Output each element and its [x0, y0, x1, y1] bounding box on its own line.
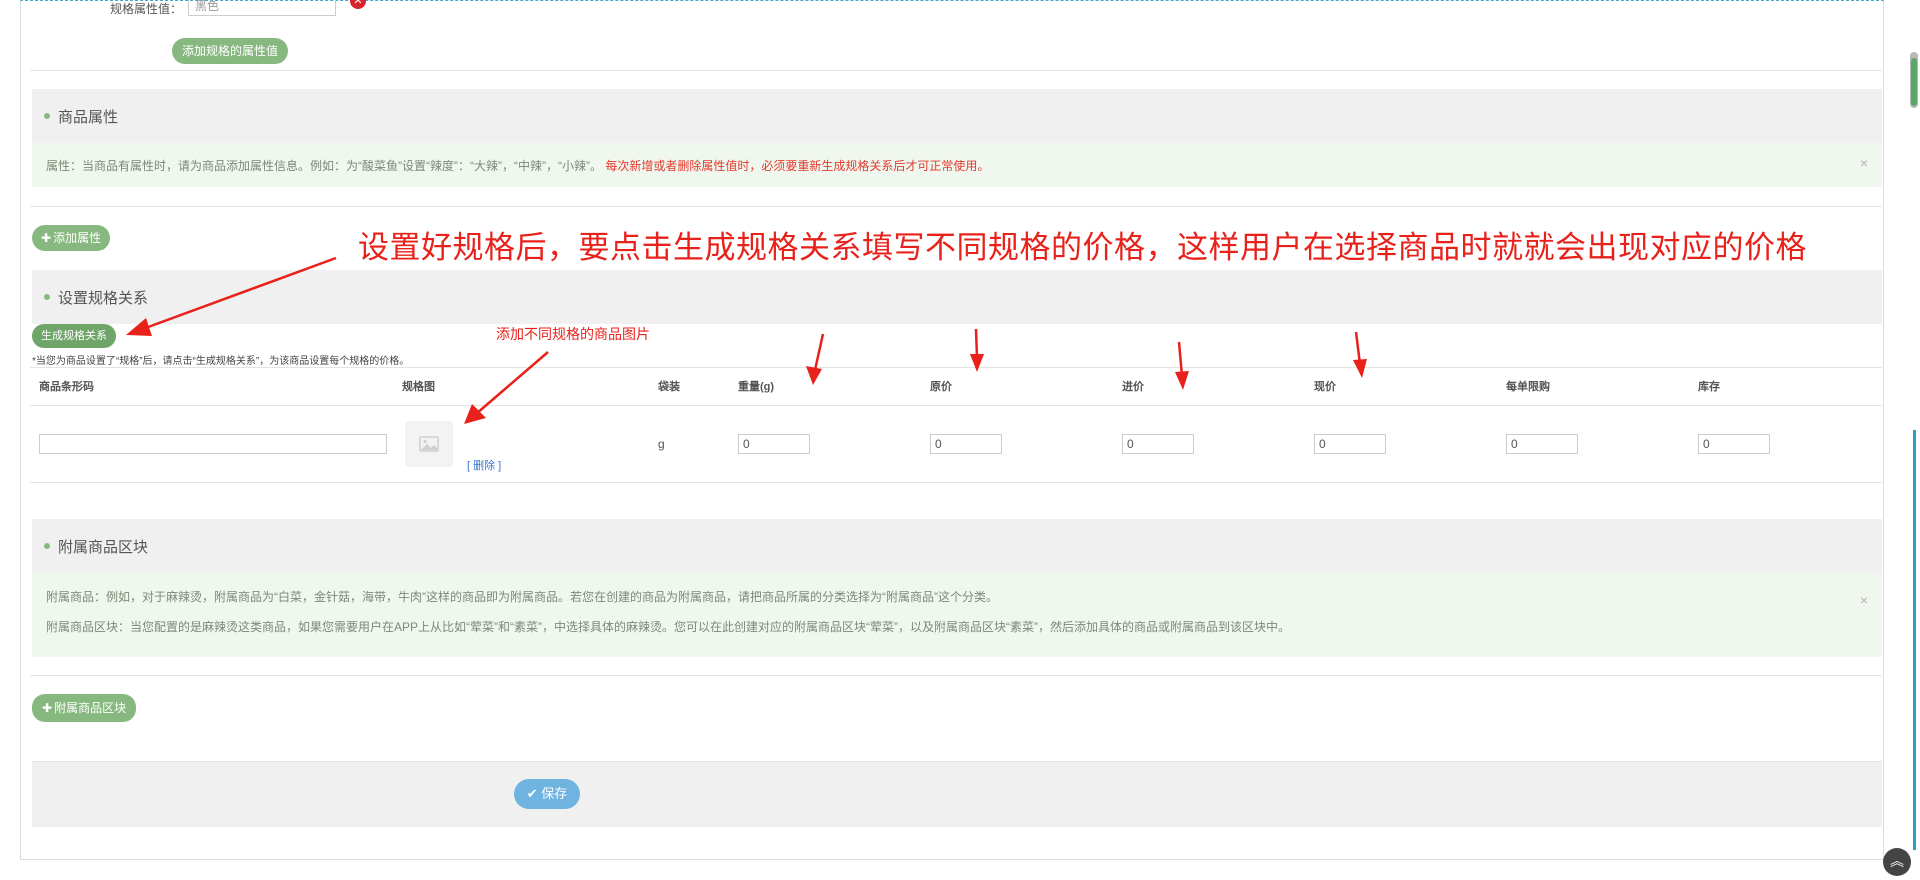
table-header-border	[30, 405, 1882, 406]
add-accessory-block-button[interactable]: ✚ 附属商品区块	[32, 694, 137, 722]
bullet-icon	[44, 294, 50, 300]
spec-relation-section-header: 设置规格关系	[32, 270, 1882, 324]
add-attribute-button[interactable]: ✚ 添加属性	[32, 225, 111, 251]
add-attribute-label: 添加属性	[53, 231, 102, 245]
accessory-note-line1: 附属商品：例如，对于麻辣烫，附属商品为“白菜，金针菇，海带，牛肉”这样的商品即为…	[46, 590, 998, 604]
attributes-section-header: 商品属性	[32, 89, 1882, 143]
bullet-icon	[44, 113, 50, 119]
generate-spec-relation-button[interactable]: 生成规格关系	[32, 324, 116, 348]
packaging-unit: g	[658, 437, 665, 451]
current-price-input[interactable]: 0	[1314, 434, 1386, 454]
column-barcode: 商品条形码	[39, 381, 94, 393]
close-icon[interactable]: ×	[1860, 585, 1868, 615]
check-icon: ✔	[526, 786, 538, 801]
attributes-note-warning: 每次新增或者删除属性值时，必须要重新生成规格关系后才可正常使用。	[605, 159, 990, 173]
scrollbar-thumb[interactable]	[1911, 58, 1917, 106]
spec-image-upload[interactable]	[405, 421, 453, 467]
delete-image-link[interactable]: [ 删除 ]	[467, 457, 501, 473]
accessory-note: 附属商品：例如，对于麻辣烫，附属商品为“白菜，金针菇，海带，牛肉”这样的商品即为…	[32, 573, 1882, 657]
plus-icon: ✚	[41, 231, 52, 245]
table-bottom-border	[30, 482, 1882, 483]
spec-attr-value-row: 规格属性值： 黑色	[110, 0, 337, 16]
spec-attr-value-input[interactable]: 黑色	[188, 0, 337, 16]
column-weight: 重量(g)	[738, 381, 775, 393]
image-placeholder-icon	[419, 436, 439, 452]
table-top-border	[30, 367, 1882, 368]
close-icon[interactable]: ×	[1860, 155, 1868, 171]
purchase-price-input[interactable]: 0	[1122, 434, 1194, 454]
divider	[30, 70, 1882, 71]
add-accessory-block-label: 附属商品区块	[54, 701, 127, 715]
column-packaging: 袋装	[658, 381, 680, 393]
save-button-label: 保存	[541, 786, 568, 801]
barcode-input[interactable]	[39, 434, 387, 454]
divider	[30, 675, 1882, 676]
accessory-note-line2: 附属商品区块：当您配置的是麻辣烫这类商品，如果您需要用户在APP上从比如“荤菜”…	[46, 620, 1290, 634]
scroll-progress-line	[1913, 430, 1916, 850]
save-button[interactable]: ✔ 保存	[514, 779, 580, 809]
form-actions	[32, 761, 1882, 827]
column-purchase-price: 进价	[1122, 381, 1144, 393]
attributes-note: 属性：当商品有属性时，请为商品添加属性信息。例如：为“酸菜鱼”设置“辣度”：“大…	[32, 143, 1882, 187]
weight-input[interactable]: 0	[738, 434, 810, 454]
spec-relation-section-title: 设置规格关系	[58, 289, 149, 307]
spec-relation-tip: *当您为商品设置了“规格”后，请点击“生成规格关系”，为该商品设置每个规格的价格…	[32, 356, 410, 367]
add-attr-value-button[interactable]: 添加规格的属性值	[172, 38, 289, 64]
column-current-price: 现价	[1314, 381, 1336, 393]
bullet-icon	[44, 543, 50, 549]
accessory-section-header: 附属商品区块	[32, 519, 1882, 573]
spec-attr-value-label: 规格属性值：	[110, 1, 183, 16]
divider	[30, 206, 1882, 207]
annotation-image: 添加不同规格的商品图片	[496, 326, 650, 342]
back-to-top-icon[interactable]: ︽	[1883, 848, 1911, 876]
stock-input[interactable]: 0	[1698, 434, 1770, 454]
column-stock: 库存	[1698, 381, 1720, 393]
original-price-input[interactable]: 0	[930, 434, 1002, 454]
column-limit-per-order: 每单限购	[1506, 381, 1550, 393]
accessory-section-title: 附属商品区块	[58, 538, 149, 556]
annotation-main: 设置好规格后，要点击生成规格关系填写不同规格的价格，这样用户在选择商品时就就会出…	[358, 230, 1807, 265]
column-original-price: 原价	[930, 381, 952, 393]
attributes-note-text: 属性：当商品有属性时，请为商品添加属性信息。例如：为“酸菜鱼”设置“辣度”：“大…	[46, 159, 602, 173]
attributes-section-title: 商品属性	[58, 108, 119, 126]
column-spec-image: 规格图	[402, 381, 435, 393]
plus-icon: ✚	[42, 701, 53, 715]
limit-per-order-input[interactable]: 0	[1506, 434, 1578, 454]
